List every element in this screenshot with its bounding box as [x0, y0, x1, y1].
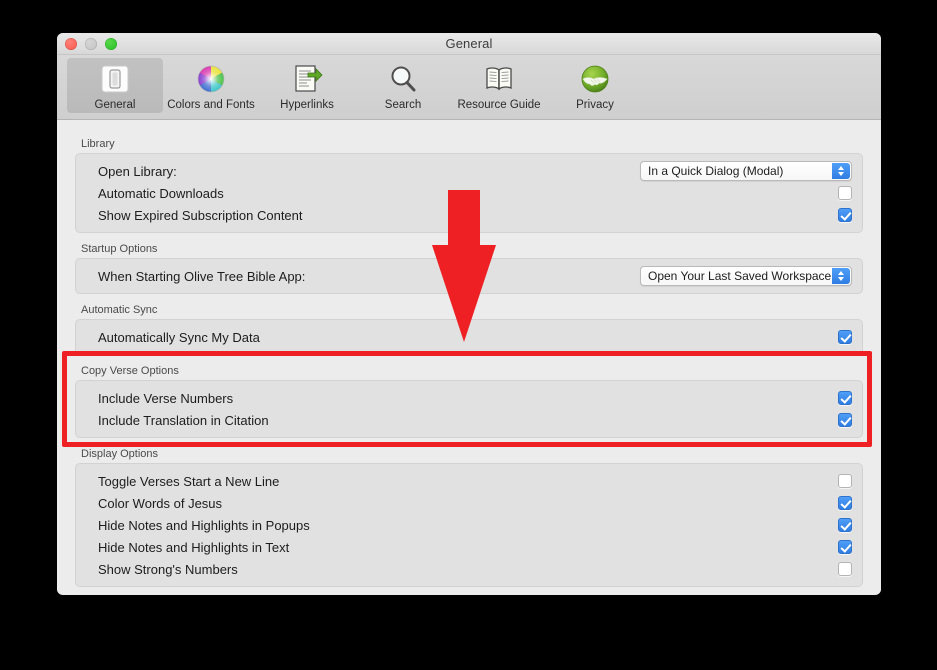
group-automatic-sync: Automatic Sync Automatically Sync My Dat…: [75, 304, 863, 355]
window-titlebar: General: [57, 33, 881, 55]
row-include-translation-in-citation: Include Translation in Citation: [76, 409, 862, 431]
group-startup-options: Startup Options When Starting Olive Tree…: [75, 243, 863, 294]
row-automatic-downloads: Automatic Downloads: [76, 182, 862, 204]
group-box-startup-options: When Starting Olive Tree Bible App: Open…: [75, 258, 863, 294]
handshake-icon: [549, 62, 641, 96]
label-include-translation-in-citation: Include Translation in Citation: [98, 412, 269, 428]
checkbox-toggle-verses-start-a-new-line[interactable]: [838, 474, 852, 488]
open-library-popup[interactable]: In a Quick Dialog (Modal): [640, 161, 852, 181]
checkbox-automatic-downloads[interactable]: [838, 186, 852, 200]
checkbox-show-strongs-numbers[interactable]: [838, 562, 852, 576]
checkbox-automatically-sync-my-data[interactable]: [838, 330, 852, 344]
toolbar-item-resource-guide[interactable]: Resource Guide: [451, 58, 547, 113]
row-hide-notes-and-highlights-in-popups: Hide Notes and Highlights in Popups: [76, 514, 862, 536]
preferences-window: General General Colors and Fonts Hyperli…: [57, 33, 881, 595]
label-toggle-verses-start-a-new-line: Toggle Verses Start a New Line: [98, 473, 280, 489]
color-wheel-icon: [165, 62, 257, 96]
magnifier-icon: [357, 62, 449, 96]
group-display-options: Display Options Toggle Verses Start a Ne…: [75, 448, 863, 587]
group-title-automatic-sync: Automatic Sync: [81, 304, 158, 316]
label-when-starting-app: When Starting Olive Tree Bible App:: [98, 268, 306, 284]
row-show-strongs-numbers: Show Strong's Numbers: [76, 558, 862, 580]
label-include-verse-numbers: Include Verse Numbers: [98, 390, 234, 406]
row-hide-notes-and-highlights-in-text: Hide Notes and Highlights in Text: [76, 536, 862, 558]
group-title-startup-options: Startup Options: [81, 243, 158, 255]
toolbar-label-search: Search: [384, 99, 422, 111]
general-icon: [69, 62, 161, 96]
row-toggle-verses-start-a-new-line: Toggle Verses Start a New Line: [76, 470, 862, 492]
checkbox-include-translation-in-citation[interactable]: [838, 413, 852, 427]
toolbar-item-general[interactable]: General: [67, 58, 163, 113]
row-when-starting-app: When Starting Olive Tree Bible App: Open…: [76, 265, 862, 287]
label-show-expired-subscription-content: Show Expired Subscription Content: [98, 207, 303, 223]
checkbox-hide-notes-and-highlights-in-text[interactable]: [838, 540, 852, 554]
chevron-updown-icon: [832, 268, 850, 284]
row-show-expired-subscription-content: Show Expired Subscription Content: [76, 204, 862, 226]
toolbar-label-general: General: [94, 99, 136, 111]
toolbar-item-colors-and-fonts[interactable]: Colors and Fonts: [163, 58, 259, 113]
group-box-copy-verse-options: Include Verse Numbers Include Translatio…: [75, 380, 863, 438]
toolbar-item-search[interactable]: Search: [355, 58, 451, 113]
group-box-library: Open Library: In a Quick Dialog (Modal) …: [75, 153, 863, 233]
window-title: General: [445, 36, 493, 51]
label-color-words-of-jesus: Color Words of Jesus: [98, 495, 223, 511]
open-library-popup-value: In a Quick Dialog (Modal): [648, 164, 784, 178]
group-box-display-options: Toggle Verses Start a New Line Color Wor…: [75, 463, 863, 587]
checkbox-color-words-of-jesus[interactable]: [838, 496, 852, 510]
startup-workspace-popup-value: Open Your Last Saved Workspace: [648, 269, 832, 283]
hyperlink-icon: [261, 62, 353, 96]
chevron-updown-icon: [832, 163, 850, 179]
group-title-library: Library: [81, 138, 115, 150]
label-hide-notes-and-highlights-in-popups: Hide Notes and Highlights in Popups: [98, 517, 310, 533]
checkbox-show-expired-subscription-content[interactable]: [838, 208, 852, 222]
preferences-content: Library Open Library: In a Quick Dialog …: [57, 120, 881, 594]
label-automatically-sync-my-data: Automatically Sync My Data: [98, 329, 260, 345]
toolbar-label-privacy: Privacy: [576, 99, 614, 111]
row-color-words-of-jesus: Color Words of Jesus: [76, 492, 862, 514]
startup-workspace-popup[interactable]: Open Your Last Saved Workspace: [640, 266, 852, 286]
group-title-copy-verse-options: Copy Verse Options: [81, 365, 179, 377]
checkbox-include-verse-numbers[interactable]: [838, 391, 852, 405]
toolbar-label-colors-and-fonts: Colors and Fonts: [167, 99, 255, 111]
toolbar-item-privacy[interactable]: Privacy: [547, 58, 643, 113]
preferences-toolbar: General Colors and Fonts Hyperlinks Sear…: [57, 55, 881, 120]
label-automatic-downloads: Automatic Downloads: [98, 185, 224, 201]
row-include-verse-numbers: Include Verse Numbers: [76, 387, 862, 409]
row-open-library: Open Library: In a Quick Dialog (Modal): [76, 160, 862, 182]
checkbox-hide-notes-and-highlights-in-popups[interactable]: [838, 518, 852, 532]
toolbar-label-hyperlinks: Hyperlinks: [280, 99, 334, 111]
row-automatically-sync-my-data: Automatically Sync My Data: [76, 326, 862, 348]
open-book-icon: [453, 62, 545, 96]
toolbar-item-hyperlinks[interactable]: Hyperlinks: [259, 58, 355, 113]
label-open-library: Open Library:: [98, 163, 177, 179]
toolbar-label-resource-guide: Resource Guide: [457, 99, 541, 111]
label-hide-notes-and-highlights-in-text: Hide Notes and Highlights in Text: [98, 539, 290, 555]
label-show-strongs-numbers: Show Strong's Numbers: [98, 561, 238, 577]
group-library: Library Open Library: In a Quick Dialog …: [75, 138, 863, 233]
group-copy-verse-options: Copy Verse Options Include Verse Numbers…: [75, 365, 863, 438]
group-title-display-options: Display Options: [81, 448, 159, 460]
group-box-automatic-sync: Automatically Sync My Data: [75, 319, 863, 355]
